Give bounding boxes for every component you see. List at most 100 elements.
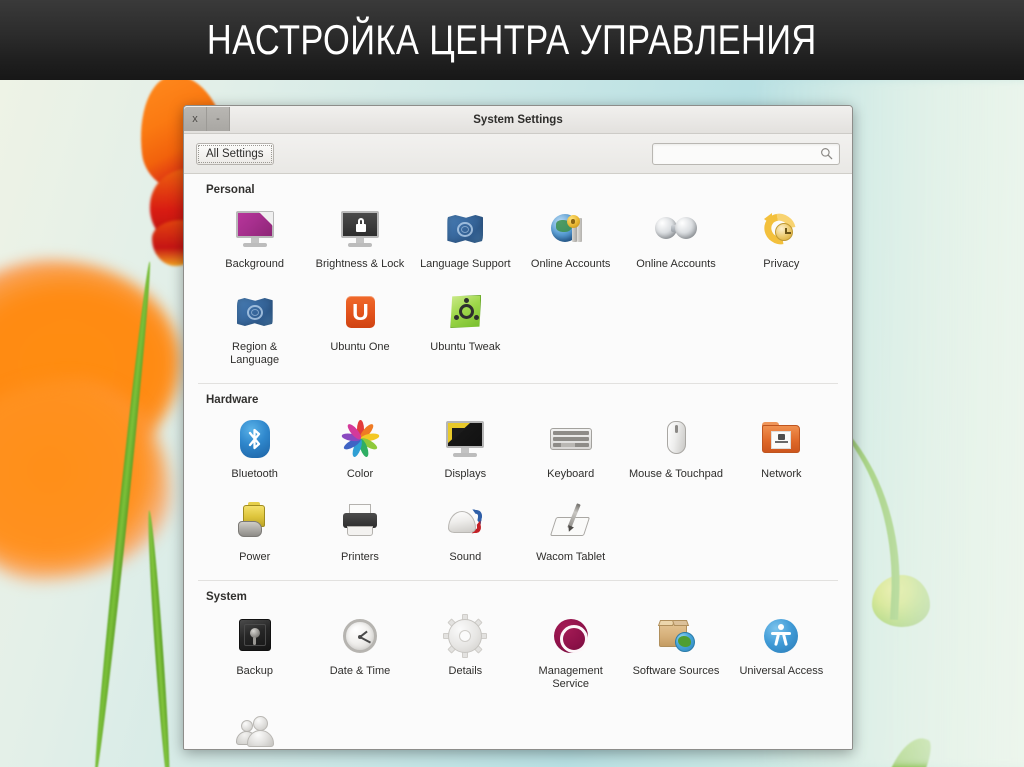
bluetooth-icon (232, 416, 278, 462)
setting-tile-bluetooth[interactable]: Bluetooth (202, 410, 307, 491)
ubuntu-tweak-icon (442, 289, 488, 335)
region-language-icon (232, 289, 278, 335)
tile-label: Displays (444, 468, 487, 480)
tile-label: Bluetooth (231, 468, 278, 480)
management-service-icon (548, 613, 594, 659)
tile-label: Online Accounts (636, 258, 716, 270)
setting-tile-user-accounts[interactable]: User Accounts (202, 703, 307, 749)
tile-label: Region & Language (230, 341, 280, 366)
setting-tile-color[interactable]: Color (307, 410, 412, 491)
tile-label: Sound (449, 551, 482, 563)
section-header-hardware: Hardware (206, 394, 259, 406)
all-settings-button[interactable]: All Settings (196, 142, 274, 165)
mouse-touchpad-icon (653, 416, 699, 462)
setting-tile-privacy[interactable]: Privacy (729, 200, 834, 281)
tile-label: Ubuntu One (330, 341, 390, 353)
ubuntu-one-icon: U (337, 289, 383, 335)
setting-tile-date-time[interactable]: Date & Time (307, 607, 412, 701)
settings-grid-hardware: Bluetooth Color Displays Keyboard Mouse … (202, 410, 834, 574)
setting-tile-region-language[interactable]: Region & Language (202, 283, 307, 377)
search-input[interactable] (653, 147, 820, 160)
online-accounts-globes-icon (653, 206, 699, 252)
tile-label: Color (346, 468, 374, 480)
setting-tile-backup[interactable]: Backup (202, 607, 307, 701)
language-support-icon (442, 206, 488, 252)
setting-tile-software-sources[interactable]: Software Sources (623, 607, 728, 701)
setting-tile-ubuntu-one[interactable]: U Ubuntu One (307, 283, 412, 377)
section-hardware: Hardware Bluetooth Color Displays Keyboa… (184, 384, 852, 574)
keyboard-icon (548, 416, 594, 462)
window-toolbar: All Settings (184, 134, 852, 174)
search-field[interactable] (652, 142, 840, 165)
setting-tile-universal-access[interactable]: Universal Access (729, 607, 834, 701)
tile-label: Online Accounts (530, 258, 611, 270)
desktop-wallpaper: x - System Settings All Settings Persona… (0, 80, 1024, 767)
user-accounts-icon (232, 709, 278, 749)
tile-label: Network (761, 468, 802, 480)
setting-tile-background[interactable]: Background (202, 200, 307, 281)
tile-label: Date & Time (329, 665, 391, 677)
tile-label: Keyboard (547, 468, 595, 480)
setting-tile-ubuntu-tweak[interactable]: Ubuntu Tweak (413, 283, 518, 377)
setting-tile-mouse-touchpad[interactable]: Mouse & Touchpad (623, 410, 728, 491)
setting-tile-online-accounts-1[interactable]: Online Accounts (518, 200, 623, 281)
brightness-lock-icon (337, 206, 383, 252)
settings-content: Personal Background Brightness & Lock La… (184, 174, 852, 749)
tile-label: Privacy (763, 258, 800, 270)
system-settings-window: x - System Settings All Settings Persona… (183, 105, 853, 750)
section-header-system: System (206, 591, 247, 603)
printers-icon (337, 499, 383, 545)
page-title: НАСТРОЙКА ЦЕНТРА УПРАВЛЕНИЯ (207, 16, 817, 63)
tile-label: Power (239, 551, 271, 563)
tile-label: Language Support (420, 258, 511, 270)
universal-access-icon (758, 613, 804, 659)
window-title: System Settings (473, 113, 563, 126)
search-icon[interactable] (820, 147, 833, 160)
tile-label: Backup (236, 665, 274, 677)
date-time-icon (337, 613, 383, 659)
section-header-personal: Personal (206, 184, 255, 196)
tile-label: Printers (341, 551, 379, 563)
setting-tile-sound[interactable]: Sound (413, 493, 518, 574)
wacom-tablet-icon (548, 499, 594, 545)
setting-tile-online-accounts-2[interactable]: Online Accounts (623, 200, 728, 281)
tile-label: Wacom Tablet (536, 551, 606, 563)
tile-label: Details (448, 665, 483, 677)
sound-icon (442, 499, 488, 545)
setting-tile-brightness-lock[interactable]: Brightness & Lock (307, 200, 412, 281)
displays-icon (442, 416, 488, 462)
privacy-icon (758, 206, 804, 252)
setting-tile-power[interactable]: Power (202, 493, 307, 574)
backup-icon (232, 613, 278, 659)
tile-label: Mouse & Touchpad (629, 468, 723, 480)
setting-tile-language-support[interactable]: Language Support (413, 200, 518, 281)
slide-banner: НАСТРОЙКА ЦЕНТРА УПРАВЛЕНИЯ (0, 0, 1024, 80)
setting-tile-management-service[interactable]: Management Service (518, 607, 623, 701)
stem-decoration (145, 510, 173, 767)
setting-tile-details[interactable]: Details (413, 607, 518, 701)
tile-label: Universal Access (739, 665, 824, 677)
setting-tile-printers[interactable]: Printers (307, 493, 412, 574)
setting-tile-keyboard[interactable]: Keyboard (518, 410, 623, 491)
tile-label: Brightness & Lock (315, 258, 405, 270)
setting-tile-displays[interactable]: Displays (413, 410, 518, 491)
setting-tile-wacom-tablet[interactable]: Wacom Tablet (518, 493, 623, 574)
tile-label: Software Sources (632, 665, 720, 677)
settings-grid-system: Backup Date & Time Details Management Se… (202, 607, 834, 749)
settings-grid-personal: Background Brightness & Lock Language Su… (202, 200, 834, 377)
network-icon (758, 416, 804, 462)
software-sources-icon (653, 613, 699, 659)
tile-label: Background (225, 258, 285, 270)
background-icon (232, 206, 278, 252)
minimize-icon[interactable]: - (207, 107, 230, 131)
color-icon (337, 416, 383, 462)
online-accounts-key-icon (548, 206, 594, 252)
details-icon (442, 613, 488, 659)
close-icon[interactable]: x (184, 107, 207, 131)
window-titlebar[interactable]: x - System Settings (184, 106, 852, 134)
tile-label: Ubuntu Tweak (430, 341, 501, 353)
setting-tile-network[interactable]: Network (729, 410, 834, 491)
power-icon (232, 499, 278, 545)
tile-label: Management Service (538, 665, 603, 690)
section-system: System Backup Date & Time Details Manage… (184, 581, 852, 749)
